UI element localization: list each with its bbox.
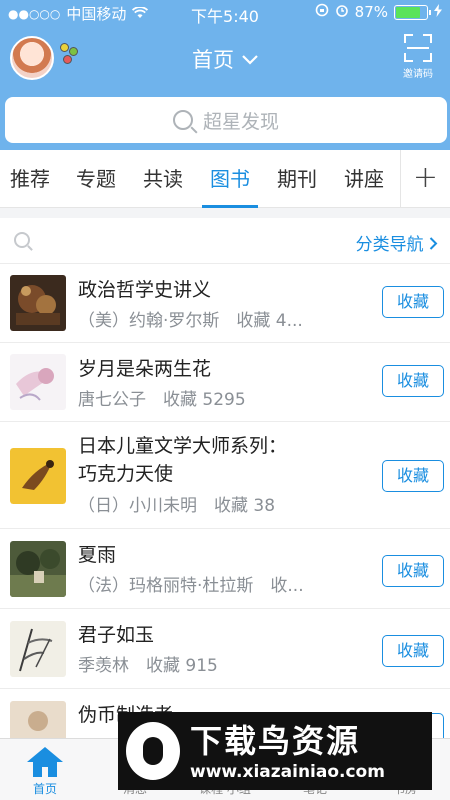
book-meta: （日）小川未明 收藏 38 <box>78 496 276 516</box>
invite-code-label: 邀请码 <box>403 69 433 80</box>
list-item[interactable]: 政治哲学史讲义 （美）约翰·罗尔斯 收藏 4... 收藏 <box>0 264 450 343</box>
search-placeholder: 超星发现 <box>202 110 279 133</box>
book-cover <box>10 275 66 331</box>
home-icon <box>27 747 63 777</box>
section-divider <box>0 208 450 218</box>
filter-row: 分类导航 <box>0 218 450 264</box>
collect-button[interactable]: 收藏 <box>382 555 444 587</box>
book-cover <box>10 621 66 677</box>
book-meta: （美）约翰·罗尔斯 收藏 4... <box>78 311 303 331</box>
collect-button[interactable]: 收藏 <box>382 365 444 397</box>
alarm-icon <box>335 3 349 21</box>
tab-home[interactable]: 首页 <box>0 739 90 800</box>
book-cover <box>10 448 66 504</box>
book-cover <box>10 354 66 410</box>
book-meta: 唐七公子 收藏 5295 <box>78 390 246 410</box>
book-cover <box>10 701 66 738</box>
rotation-lock-icon <box>315 3 329 21</box>
top-header: ●●○○○ 中国移动 下午5:40 87% 首页 邀请码 超星发现 <box>0 0 450 150</box>
tab-lectures[interactable]: 讲座 <box>334 150 394 208</box>
tab-recommend[interactable]: 推荐 <box>0 150 60 208</box>
search-bar[interactable]: 超星发现 <box>5 97 447 143</box>
page-title: 首页 <box>192 48 234 72</box>
tab-books[interactable]: 图书 <box>200 150 260 208</box>
book-meta: 季羡林 收藏 915 <box>78 656 218 676</box>
book-cover <box>10 541 66 597</box>
chevron-right-icon <box>429 235 438 255</box>
search-icon <box>172 110 193 130</box>
book-title: 岁月是朵两生花 <box>78 358 212 380</box>
tab-home-label: 首页 <box>32 782 57 796</box>
status-bar: ●●○○○ 中国移动 下午5:40 87% <box>0 0 450 26</box>
book-title-line2: 巧克力天使 <box>78 463 174 485</box>
home-title-dropdown[interactable]: 首页 <box>0 44 450 74</box>
tab-journals[interactable]: 期刊 <box>267 150 327 208</box>
book-title: 政治哲学史讲义 <box>78 279 212 301</box>
book-title: 夏雨 <box>78 544 117 566</box>
add-tab-button[interactable]: + <box>400 150 450 208</box>
charging-icon <box>434 3 442 21</box>
category-nav-label: 分类导航 <box>355 235 424 255</box>
tab-topics[interactable]: 专题 <box>66 150 126 208</box>
book-title: 君子如玉 <box>78 624 155 646</box>
book-title: 日本儿童文学大师系列： <box>78 435 288 457</box>
collect-button[interactable]: 收藏 <box>382 460 444 492</box>
collect-button[interactable]: 收藏 <box>382 635 444 667</box>
invite-code-button[interactable]: 邀请码 <box>396 34 440 80</box>
category-nav-link[interactable]: 分类导航 <box>356 230 438 255</box>
list-item[interactable]: 岁月是朵两生花 唐七公子 收藏 5295 收藏 <box>0 343 450 422</box>
watermark-logo-icon <box>126 722 180 780</box>
list-item[interactable]: 日本儿童文学大师系列： 巧克力天使 （日）小川未明 收藏 38 收藏 <box>0 422 450 529</box>
book-meta: （法）玛格丽特·杜拉斯 收... <box>78 576 304 596</box>
scan-icon <box>404 34 432 62</box>
watermark-title: 下载鸟资源 <box>190 722 361 760</box>
list-item[interactable]: 君子如玉 季羡林 收藏 915 收藏 <box>0 609 450 689</box>
battery-percent: 87% <box>354 3 388 21</box>
list-item[interactable]: 夏雨 （法）玛格丽特·杜拉斯 收... 收藏 <box>0 529 450 609</box>
watermark-url: www.xiazainiao.com <box>190 762 385 782</box>
tab-coreading[interactable]: 共读 <box>133 150 193 208</box>
chevron-down-icon <box>242 51 258 69</box>
watermark-banner: 下载鸟资源 www.xiazainiao.com <box>118 712 432 790</box>
collect-button[interactable]: 收藏 <box>382 286 444 318</box>
search-icon[interactable] <box>14 232 30 248</box>
category-tabs: 推荐 专题 共读 图书 期刊 讲座 + <box>0 150 450 208</box>
battery-icon <box>394 4 431 20</box>
